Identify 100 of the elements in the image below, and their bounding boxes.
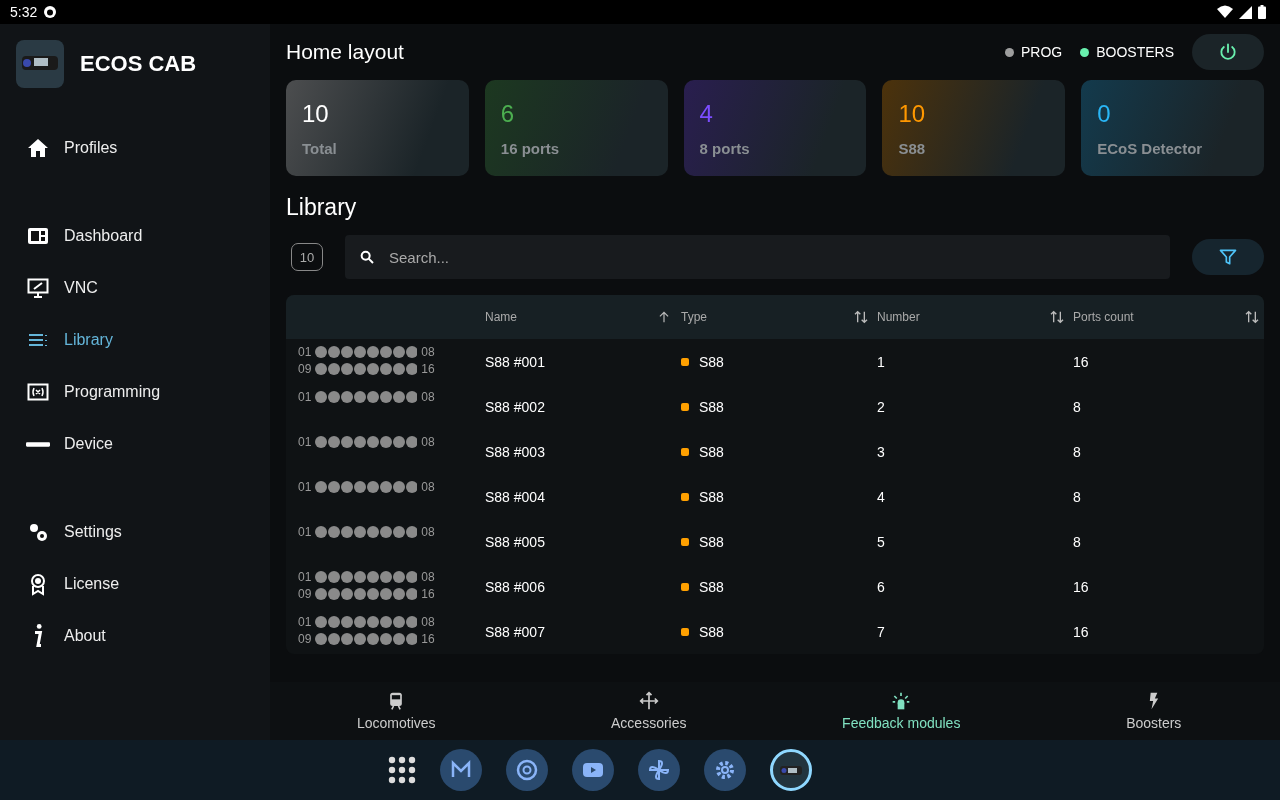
battery-icon: [1258, 5, 1266, 19]
table-cell: 6: [877, 578, 885, 595]
wifi-icon: [1217, 5, 1233, 19]
column-header[interactable]: Ports count: [1073, 310, 1134, 324]
page-title: Home layout: [286, 40, 404, 64]
device-app-icon[interactable]: [770, 749, 812, 791]
info-icon: [33, 624, 43, 648]
power-button[interactable]: [1192, 34, 1264, 70]
sidebar-item[interactable]: Device: [0, 418, 270, 470]
port-number: 01: [298, 435, 312, 449]
sidebar-item[interactable]: Programming: [0, 366, 270, 418]
port-number: 08: [421, 480, 435, 494]
sidebar-item[interactable]: Dashboard: [0, 210, 270, 262]
stat-value: 6: [500, 99, 515, 128]
search-field[interactable]: Search...: [345, 235, 1170, 279]
type-marker: [681, 537, 689, 546]
table-cell: 4: [877, 488, 885, 505]
table-cell: S88: [699, 623, 724, 640]
column-header[interactable]: Type: [681, 310, 707, 324]
device-icon: [26, 441, 50, 447]
type-marker: [681, 582, 689, 591]
bottom-nav-tab[interactable]: Accessories: [522, 682, 775, 740]
monitor-icon: [26, 276, 50, 300]
pinwheel-app-icon[interactable]: [638, 749, 680, 791]
filter-button[interactable]: [1192, 239, 1264, 275]
mail-app-icon[interactable]: [440, 749, 482, 791]
table-cell: S88: [699, 578, 724, 595]
port-number: 08: [421, 390, 435, 404]
table-cell: S88: [699, 488, 724, 505]
stat-value: 0: [1097, 99, 1111, 128]
table-cell: 5: [877, 533, 885, 550]
table-cell: 8: [1073, 443, 1081, 460]
table-cell: S88 #002: [485, 398, 545, 415]
clock: 5:32: [10, 4, 38, 20]
table-cell: 2: [877, 398, 885, 415]
search-icon: [359, 249, 375, 265]
bottom-nav-tab[interactable]: Feedback modules: [775, 682, 1028, 740]
table-cell: S88 #007: [485, 623, 545, 640]
table-cell: S88 #004: [485, 488, 545, 505]
sidebar-item[interactable]: VNC: [0, 262, 270, 314]
sort-ascending-icon[interactable]: [657, 310, 671, 324]
sidebar-item[interactable]: Settings: [0, 506, 270, 558]
type-marker: [681, 447, 689, 456]
table-cell: 1: [877, 353, 885, 370]
sidebar-item[interactable]: License: [0, 558, 270, 610]
stat-value: 10: [898, 99, 926, 128]
port-number: 01: [298, 570, 312, 584]
column-header[interactable]: Number: [877, 310, 920, 324]
stat-label: 16 ports: [500, 139, 560, 157]
table-cell: S88 #003: [485, 443, 545, 460]
home-icon: [26, 136, 50, 160]
signal-icon: [1239, 5, 1252, 19]
table-cell: 16: [1073, 623, 1089, 640]
table-cell: S88: [699, 443, 724, 460]
port-number: 09: [298, 632, 312, 646]
stat-label: Total: [302, 139, 337, 157]
type-marker: [681, 357, 689, 366]
power-icon: [1218, 42, 1238, 62]
table-cell: 7: [877, 623, 885, 640]
count-badge: 10: [291, 243, 323, 271]
settings-app-icon[interactable]: [704, 749, 746, 791]
table-cell: S88: [699, 353, 724, 370]
table-cell: S88: [699, 533, 724, 550]
stat-label: ECoS Detector: [1097, 139, 1203, 157]
stat-value: 10: [302, 99, 329, 128]
notification-icon: [43, 5, 58, 19]
video-app-icon[interactable]: [572, 749, 614, 791]
port-number: 01: [298, 390, 312, 404]
port-number: 08: [421, 615, 435, 629]
stat-label: 8 ports: [699, 139, 750, 157]
table-cell: S88 #005: [485, 533, 545, 550]
status-label: PROG: [1020, 44, 1063, 60]
type-marker: [681, 492, 689, 501]
filter-icon: [1218, 247, 1238, 267]
type-marker: [681, 627, 689, 636]
stat-label: S88: [898, 139, 926, 157]
table-cell: S88: [699, 398, 724, 415]
bottom-nav-tab[interactable]: Locomotives: [270, 682, 523, 740]
table-cell: 8: [1073, 488, 1081, 505]
sort-icon[interactable]: [1049, 309, 1065, 325]
table-cell: 16: [1073, 353, 1089, 370]
section-title: Library: [286, 194, 358, 221]
port-number: 09: [298, 587, 312, 601]
table-cell: 8: [1073, 398, 1081, 415]
sort-icon[interactable]: [853, 309, 869, 325]
table-cell: S88 #001: [485, 353, 545, 370]
arrows-icon: [638, 691, 659, 711]
table-cell: 3: [877, 443, 885, 460]
sort-icon[interactable]: [1244, 309, 1260, 325]
port-number: 16: [421, 587, 435, 601]
bottom-nav-tab[interactable]: Boosters: [1027, 682, 1280, 740]
status-label: BOOSTERS: [1096, 44, 1174, 60]
port-number: 16: [421, 362, 435, 376]
column-header[interactable]: Name: [485, 310, 517, 324]
sidebar-item[interactable]: Library: [0, 314, 270, 366]
sidebar-item[interactable]: Profiles: [0, 122, 270, 174]
app-drawer-icon[interactable]: [388, 756, 416, 784]
sidebar-item[interactable]: About: [0, 610, 270, 662]
port-number: 16: [421, 632, 435, 646]
browser-app-icon[interactable]: [506, 749, 548, 791]
